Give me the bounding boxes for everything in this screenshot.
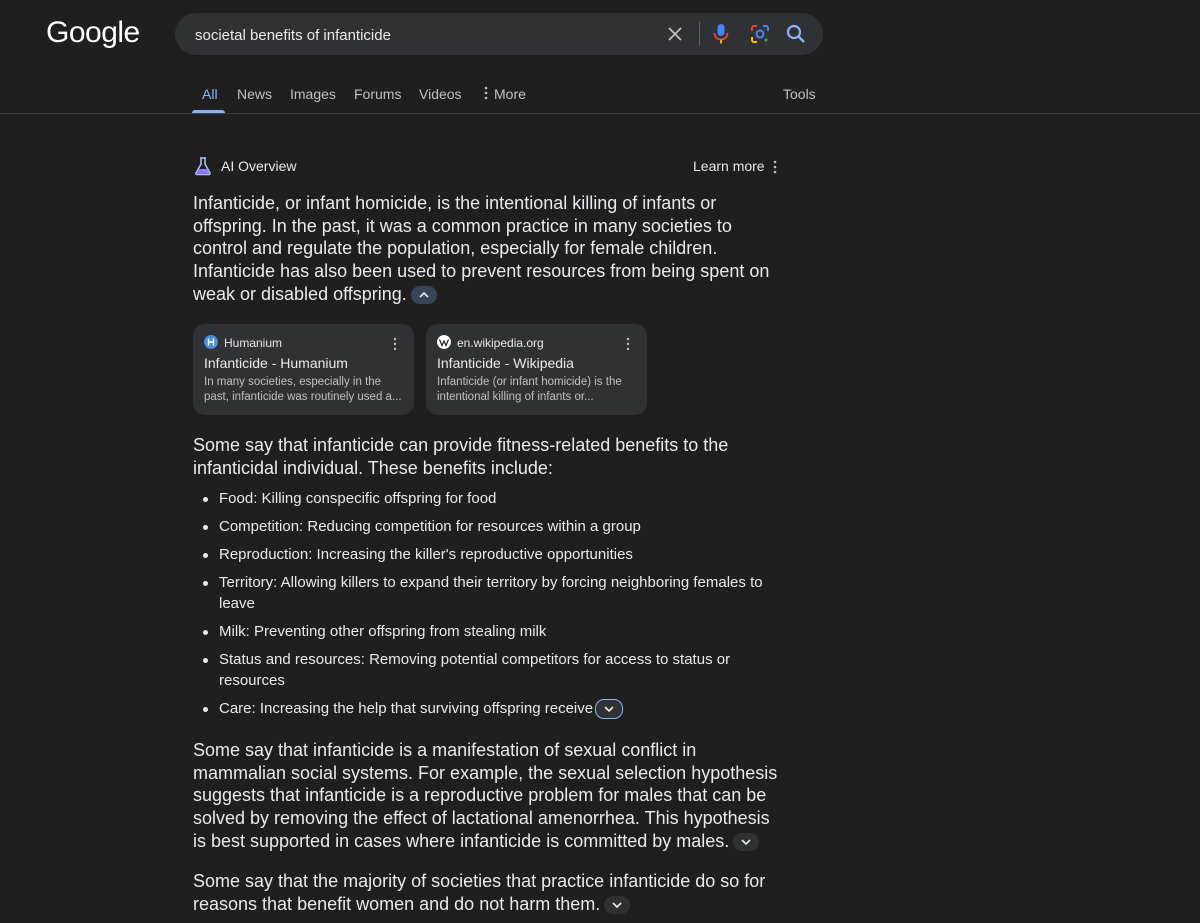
chevron-up-icon [419,291,429,298]
more-vert-icon[interactable] [626,337,630,351]
benefits-intro: Some say that infanticide can provide fi… [193,435,729,478]
tab-forums[interactable]: Forums [354,86,401,102]
list-item: Competition: Reducing competition for re… [193,516,793,537]
tab-videos[interactable]: Videos [419,86,462,102]
source-card-wikipedia[interactable]: en.wikipedia.org Infanticide - Wikipedia… [426,324,647,415]
tab-more-label: More [494,86,526,102]
sexual-conflict-paragraph: Some say that infanticide is a manifesta… [193,739,778,853]
google-logo[interactable]: Google [46,16,140,50]
paragraph-text: Some say that infanticide is a manifesta… [193,740,778,851]
ai-overview-header: AI Overview Learn more [193,156,793,178]
list-item: Reproduction: Increasing the killer's re… [193,544,793,565]
intro-text: Infanticide, or infant homicide, is the … [193,193,770,304]
ai-overview-title: AI Overview [221,158,297,174]
learn-more-link[interactable]: Learn more [693,158,765,174]
google-lens-icon[interactable] [749,23,771,45]
chevron-down-icon [604,706,614,713]
ai-overview-flask-icon [195,157,211,176]
source-title: Infanticide - Wikipedia [437,355,574,371]
list-item: Care: Increasing the help that surviving… [193,698,793,720]
search-tabs: All News Images Forums Videos More Tools [0,82,1200,114]
search-box[interactable] [175,13,823,57]
tools-button[interactable]: Tools [783,86,816,102]
source-site: en.wikipedia.org [457,336,544,350]
search-icon[interactable] [785,23,807,45]
more-vert-icon[interactable] [393,337,397,351]
more-options-icon[interactable] [773,160,777,174]
list-item: Milk: Preventing other offspring from st… [193,621,793,642]
list-item: Territory: Allowing killers to expand th… [193,572,779,614]
search-input[interactable] [193,13,647,57]
benefits-list: Food: Killing conspecific offspring for … [193,488,793,726]
source-site: Humanium [224,336,283,350]
search-divider [699,22,700,46]
tab-images[interactable]: Images [290,86,336,102]
tab-all[interactable]: All [202,86,218,102]
header-divider [0,113,1200,114]
ai-overview-intro: Infanticide, or infant homicide, is the … [193,192,778,306]
source-snippet: Infanticide (or infant homicide) is the … [437,376,622,403]
list-item-text: Care: Increasing the help that surviving… [219,700,594,717]
tab-news[interactable]: News [237,86,272,102]
source-card-humanium[interactable]: Humanium Infanticide - Humanium In many … [193,324,414,415]
source-title: Infanticide - Humanium [204,355,348,371]
show-sources-button[interactable] [604,895,631,914]
list-item: Food: Killing conspecific offspring for … [193,488,793,509]
more-vert-icon [484,86,488,100]
microphone-icon[interactable] [712,23,730,45]
list-item: Status and resources: Removing potential… [193,649,749,691]
chevron-down-icon [612,902,622,909]
collapse-sources-button[interactable] [410,286,437,305]
humanium-favicon [204,335,218,349]
clear-icon[interactable] [665,24,685,44]
show-sources-button[interactable] [733,833,760,852]
wikipedia-favicon [437,335,451,349]
show-sources-button[interactable] [595,699,624,720]
paragraph-text: Some say that the majority of societies … [193,871,766,914]
majority-paragraph: Some say that the majority of societies … [193,870,778,915]
source-snippet: In many societies, especially in the pas… [204,376,402,403]
chevron-down-icon [741,839,751,846]
tab-more[interactable]: More [484,86,526,102]
